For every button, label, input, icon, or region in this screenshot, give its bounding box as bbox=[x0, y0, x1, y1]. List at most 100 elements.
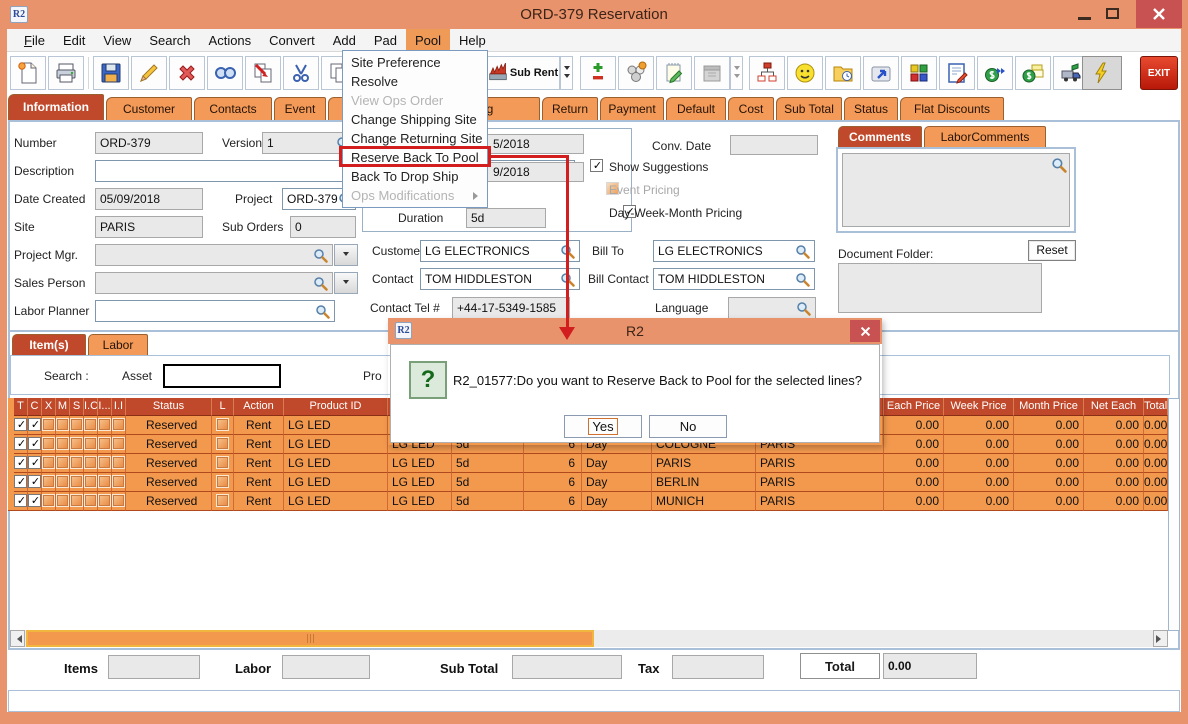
cell-ii[interactable] bbox=[112, 416, 126, 435]
menu-file[interactable]: File bbox=[15, 29, 54, 51]
cell-ic[interactable] bbox=[84, 473, 98, 492]
row-checkbox-t[interactable] bbox=[14, 475, 27, 488]
cell-total[interactable]: 0.00 bbox=[1144, 454, 1168, 473]
shortcut-key-button[interactable] bbox=[863, 56, 899, 90]
cell-x[interactable] bbox=[42, 416, 56, 435]
cell-ship_site[interactable]: MUNICH bbox=[652, 492, 756, 511]
tab-sub-total[interactable]: Sub Total bbox=[776, 97, 842, 120]
cell-l[interactable] bbox=[212, 454, 234, 473]
cut-button[interactable] bbox=[283, 56, 319, 90]
cell-t[interactable] bbox=[14, 435, 28, 454]
search-icon[interactable] bbox=[315, 304, 330, 319]
row-checkbox-m[interactable] bbox=[56, 456, 69, 469]
copy-special-button[interactable] bbox=[245, 56, 281, 90]
column-header-m[interactable]: M bbox=[56, 398, 70, 416]
cell-each_price[interactable]: 0.00 bbox=[884, 416, 944, 435]
smiley-button[interactable] bbox=[787, 56, 823, 90]
cell-status[interactable]: Reserved bbox=[126, 492, 212, 511]
column-header-ii[interactable]: I.I bbox=[112, 398, 126, 416]
cell-s[interactable] bbox=[70, 492, 84, 511]
table-row[interactable]: ReservedRentLG LEDLG LED5d6DayBERLINPARI… bbox=[14, 473, 1168, 492]
project-mgr-dropdown[interactable] bbox=[334, 244, 358, 266]
cell-i_[interactable] bbox=[98, 492, 112, 511]
cell-m[interactable] bbox=[56, 435, 70, 454]
row-checkbox-ii[interactable] bbox=[112, 475, 125, 488]
cell-c[interactable] bbox=[28, 473, 42, 492]
delete-button[interactable] bbox=[169, 56, 205, 90]
tab-customer[interactable]: Customer bbox=[106, 97, 192, 120]
row-checkbox-i_[interactable] bbox=[98, 494, 111, 507]
menu-pad[interactable]: Pad bbox=[365, 29, 406, 51]
cell-action[interactable]: Rent bbox=[234, 435, 284, 454]
scroll-left-button[interactable] bbox=[10, 630, 25, 647]
bill-contact-field[interactable]: TOM HIDDLESTON bbox=[653, 268, 815, 290]
tab-comments[interactable]: Comments bbox=[838, 126, 922, 147]
tab-labor-comments[interactable]: LaborComments bbox=[924, 126, 1046, 147]
row-checkbox-ii[interactable] bbox=[112, 494, 125, 507]
cell-description[interactable]: LG LED bbox=[388, 492, 452, 511]
menu-pool[interactable]: Pool bbox=[406, 29, 450, 51]
cell-qty[interactable]: 6 bbox=[524, 473, 582, 492]
row-checkbox-l[interactable] bbox=[216, 418, 229, 431]
cell-net_each[interactable]: 0.00 bbox=[1084, 416, 1144, 435]
row-checkbox-c[interactable] bbox=[28, 418, 41, 431]
row-checkbox-t[interactable] bbox=[14, 437, 27, 450]
row-checkbox-i_[interactable] bbox=[98, 456, 111, 469]
menu-item-site-preference[interactable]: Site Preference bbox=[343, 53, 487, 72]
cell-i_[interactable] bbox=[98, 416, 112, 435]
cell-ii[interactable] bbox=[112, 492, 126, 511]
cell-net_each[interactable]: 0.00 bbox=[1084, 473, 1144, 492]
cell-unit[interactable]: Day bbox=[582, 454, 652, 473]
row-checkbox-ii[interactable] bbox=[112, 418, 125, 431]
column-header-x[interactable]: X bbox=[42, 398, 56, 416]
cell-product_id[interactable]: LG LED bbox=[284, 473, 388, 492]
tab-information[interactable]: Information bbox=[8, 94, 104, 120]
tab-return[interactable]: Return bbox=[542, 97, 598, 120]
cell-product_id[interactable]: LG LED bbox=[284, 492, 388, 511]
sub-rent-button[interactable]: Sub Rent bbox=[486, 56, 560, 90]
cell-total[interactable]: 0.00 bbox=[1144, 435, 1168, 454]
row-checkbox-t[interactable] bbox=[14, 494, 27, 507]
cell-c[interactable] bbox=[28, 435, 42, 454]
customer-field[interactable]: LG ELECTRONICS bbox=[420, 240, 580, 262]
cell-net_each[interactable]: 0.00 bbox=[1084, 492, 1144, 511]
cell-week_price[interactable]: 0.00 bbox=[944, 454, 1014, 473]
cell-s[interactable] bbox=[70, 454, 84, 473]
edit-note-button[interactable] bbox=[939, 56, 975, 90]
cell-m[interactable] bbox=[56, 416, 70, 435]
reset-button[interactable]: Reset bbox=[1028, 240, 1076, 261]
row-checkbox-ii[interactable] bbox=[112, 456, 125, 469]
tab-cost[interactable]: Cost bbox=[728, 97, 774, 120]
menu-actions[interactable]: Actions bbox=[200, 29, 261, 51]
cell-s[interactable] bbox=[70, 473, 84, 492]
cell-product_id[interactable]: LG LED bbox=[284, 435, 388, 454]
row-checkbox-t[interactable] bbox=[14, 418, 27, 431]
row-checkbox-x[interactable] bbox=[42, 475, 55, 488]
row-checkbox-c[interactable] bbox=[28, 494, 41, 507]
row-checkbox-x[interactable] bbox=[42, 418, 55, 431]
menu-add[interactable]: Add bbox=[324, 29, 365, 51]
row-checkbox-m[interactable] bbox=[56, 475, 69, 488]
cell-action[interactable]: Rent bbox=[234, 416, 284, 435]
column-header-i_[interactable]: I... bbox=[98, 398, 112, 416]
search-icon[interactable] bbox=[796, 301, 811, 316]
cell-ii[interactable] bbox=[112, 454, 126, 473]
menu-item-change-shipping-site[interactable]: Change Shipping Site bbox=[343, 110, 487, 129]
column-header-total[interactable]: Total bbox=[1144, 398, 1168, 416]
table-row[interactable]: ReservedRentLG LEDLG LED5d6DayPARISPARIS… bbox=[14, 454, 1168, 473]
cell-week_price[interactable]: 0.00 bbox=[944, 435, 1014, 454]
menu-item-resolve[interactable]: Resolve bbox=[343, 72, 487, 91]
cell-site[interactable]: PARIS bbox=[756, 473, 884, 492]
cell-t[interactable] bbox=[14, 492, 28, 511]
cell-ic[interactable] bbox=[84, 416, 98, 435]
cell-ic[interactable] bbox=[84, 492, 98, 511]
edit-button[interactable] bbox=[131, 56, 167, 90]
cell-i_[interactable] bbox=[98, 454, 112, 473]
cell-ii[interactable] bbox=[112, 473, 126, 492]
table-row[interactable]: ReservedRentLG LEDLG LED5d6DayMUNICHPARI… bbox=[14, 492, 1168, 511]
language-field[interactable] bbox=[728, 297, 816, 319]
save-button[interactable] bbox=[93, 56, 129, 90]
row-checkbox-x[interactable] bbox=[42, 494, 55, 507]
menu-edit[interactable]: Edit bbox=[54, 29, 94, 51]
row-checkbox-s[interactable] bbox=[70, 475, 83, 488]
